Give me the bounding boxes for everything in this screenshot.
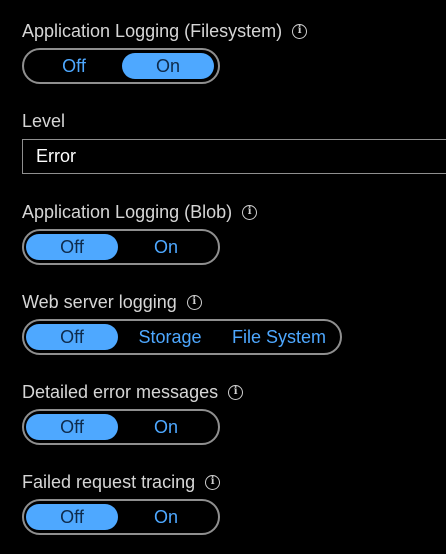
info-icon[interactable]: i — [228, 384, 244, 400]
app-logging-blob-toggle[interactable]: Off On — [22, 229, 220, 265]
failed-request-tracing-toggle[interactable]: Off On — [22, 499, 220, 535]
web-server-logging-off-option[interactable]: Off — [26, 324, 118, 350]
info-icon[interactable]: i — [292, 23, 308, 39]
app-logging-filesystem-label: Application Logging (Filesystem) — [22, 21, 283, 41]
info-icon[interactable]: i — [186, 294, 202, 310]
web-server-logging-file-system-option[interactable]: File System — [222, 324, 336, 350]
detailed-errors-toggle[interactable]: Off On — [22, 409, 220, 445]
app-logging-filesystem-toggle[interactable]: Off On — [22, 48, 220, 84]
info-glyph: i — [192, 296, 197, 307]
web-server-logging-label: Web server logging — [22, 292, 177, 312]
level-label: Level — [22, 111, 66, 131]
web-server-logging-section: Web server logging i — [22, 290, 202, 314]
level-select[interactable]: Error — [22, 139, 446, 174]
app-logging-filesystem-label-row: Application Logging (Filesystem) i — [22, 19, 308, 43]
logging-settings-panel: Application Logging (Filesystem) i Off O… — [0, 0, 446, 554]
info-glyph: i — [297, 25, 302, 36]
level-section: Level — [22, 109, 65, 133]
failed-request-tracing-off-option[interactable]: Off — [26, 504, 118, 530]
detailed-errors-label: Detailed error messages — [22, 382, 219, 402]
info-glyph: i — [233, 386, 238, 397]
info-glyph: i — [247, 206, 252, 217]
failed-request-tracing-section: Failed request tracing i — [22, 470, 221, 494]
app-logging-filesystem-section: Application Logging (Filesystem) i — [22, 19, 308, 43]
detailed-errors-section: Detailed error messages i — [22, 380, 244, 404]
web-server-logging-toggle[interactable]: Off Storage File System — [22, 319, 342, 355]
info-glyph: i — [210, 476, 215, 487]
detailed-errors-off-option[interactable]: Off — [26, 414, 118, 440]
app-logging-blob-on-option[interactable]: On — [118, 234, 214, 260]
app-logging-filesystem-on-option[interactable]: On — [122, 53, 214, 79]
web-server-logging-storage-option[interactable]: Storage — [118, 324, 222, 350]
app-logging-blob-off-option[interactable]: Off — [26, 234, 118, 260]
failed-request-tracing-on-option[interactable]: On — [118, 504, 214, 530]
info-icon[interactable]: i — [205, 474, 221, 490]
failed-request-tracing-label: Failed request tracing — [22, 472, 196, 492]
detailed-errors-on-option[interactable]: On — [118, 414, 214, 440]
info-icon[interactable]: i — [242, 204, 258, 220]
app-logging-blob-label: Application Logging (Blob) — [22, 202, 233, 222]
app-logging-blob-section: Application Logging (Blob) i — [22, 200, 258, 224]
app-logging-filesystem-off-option[interactable]: Off — [26, 53, 122, 79]
